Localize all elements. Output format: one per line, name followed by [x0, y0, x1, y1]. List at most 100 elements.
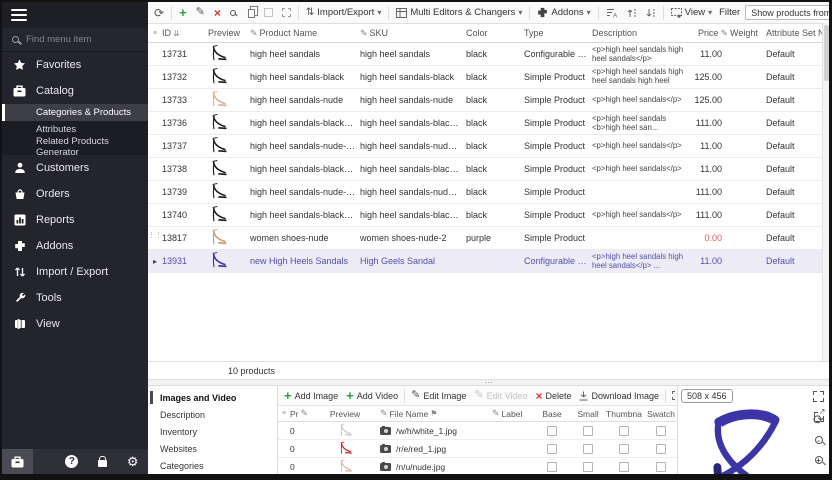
- products-count-footer: 10 products: [148, 361, 829, 379]
- product-row[interactable]: 13738high heel sandals-black-37high heel…: [148, 158, 829, 181]
- checkbox-thumbnail[interactable]: [619, 462, 629, 472]
- paste-button[interactable]: [280, 7, 293, 18]
- vertical-scrollbar[interactable]: [822, 23, 829, 361]
- horizontal-splitter[interactable]: ⋯: [148, 379, 829, 386]
- tab-inventory[interactable]: Inventory: [148, 423, 277, 440]
- column-header-type[interactable]: Type: [524, 28, 592, 38]
- checkbox-base[interactable]: [547, 462, 557, 472]
- rotate-icon[interactable]: ⟳: [812, 413, 825, 426]
- sidebar-item-orders[interactable]: Orders: [2, 181, 148, 207]
- checkbox-small[interactable]: [583, 444, 593, 454]
- checkbox-swatch[interactable]: [656, 462, 666, 472]
- column-header-file-name[interactable]: ✎File Name⚑: [380, 408, 492, 419]
- column-header-pos[interactable]: Pr✎: [290, 408, 310, 419]
- column-header-thumbnail[interactable]: Thumbna: [606, 409, 642, 419]
- product-row[interactable]: 13739high heel sandals-nude-37high heel …: [148, 181, 829, 204]
- column-header-name[interactable]: ✎Product Name: [250, 28, 360, 39]
- column-header-preview[interactable]: Preview: [208, 28, 250, 38]
- tab-related-products[interactable]: Related Products: [148, 475, 277, 480]
- sidebar-item-reports[interactable]: Reports: [2, 207, 148, 233]
- product-row[interactable]: ▸13931new High Heels SandalsHigh Geels S…: [148, 250, 829, 273]
- checkbox-thumbnail[interactable]: [619, 444, 629, 454]
- image-row[interactable]: 0/n/u/nude.jpg: [278, 458, 677, 476]
- delete-product-button[interactable]: ×: [212, 6, 223, 20]
- sidebar-subitem-categories-products[interactable]: Categories & Products: [2, 104, 148, 121]
- menu-search[interactable]: Find menu item: [2, 28, 148, 52]
- image-row[interactable]: 0/l/i/lilac_1.jpg: [278, 476, 677, 480]
- column-header-color[interactable]: Color: [466, 28, 524, 38]
- set-resize-rule-button[interactable]: Set Resize Rule: [670, 390, 677, 402]
- sidebar-item-catalog[interactable]: Catalog: [2, 78, 148, 104]
- tab-categories[interactable]: Categories: [148, 458, 277, 475]
- copy-button[interactable]: [243, 6, 257, 19]
- lock-icon[interactable]: [87, 449, 118, 474]
- tab-images-and-video[interactable]: Images and Video: [148, 389, 277, 406]
- edit-image-button[interactable]: ✎Edit Image: [409, 389, 468, 402]
- product-row[interactable]: 13736high heel sandals-black-36high heel…: [148, 112, 829, 135]
- column-header-swatch[interactable]: Swatch: [642, 409, 680, 419]
- expand-rows-button[interactable]: [625, 7, 639, 19]
- cell-attribute-set: Default: [766, 256, 829, 266]
- download-image-button[interactable]: Download Image: [577, 390, 661, 402]
- sidebar-item-view[interactable]: View: [2, 311, 148, 337]
- import-export-menu[interactable]: ⇅ Import/Export▾: [304, 6, 383, 19]
- product-row[interactable]: 13737high heel sandals-nude-36high heel …: [148, 135, 829, 158]
- filter-dropdown[interactable]: Show products from selected categories▾: [745, 5, 832, 20]
- store-manager-icon[interactable]: [2, 449, 33, 474]
- tab-websites[interactable]: Websites: [148, 441, 277, 458]
- sort-alpha-button[interactable]: A: [604, 7, 620, 19]
- sidebar-item-favorites[interactable]: Favorites: [2, 52, 148, 78]
- checkbox-swatch[interactable]: [656, 444, 666, 454]
- column-header-id[interactable]: ID⇊: [162, 28, 208, 38]
- column-header-label[interactable]: ✎Label: [492, 408, 534, 419]
- column-header-description[interactable]: Description: [592, 28, 690, 38]
- checkbox-swatch[interactable]: [656, 426, 666, 436]
- column-header-price[interactable]: Price✎: [690, 28, 730, 39]
- column-header-base[interactable]: Base: [534, 409, 570, 419]
- panel-splitter-handle[interactable]: ⋮⋮: [148, 234, 153, 252]
- sidebar-item-import-export[interactable]: Import / Export: [2, 259, 148, 285]
- tab-description[interactable]: Description: [148, 406, 277, 423]
- product-row[interactable]: 13731high heel sandalshigh heel sandalsb…: [148, 43, 829, 66]
- sidebar-item-addons[interactable]: Addons: [2, 233, 148, 259]
- edit-product-button[interactable]: ✎: [194, 6, 207, 19]
- zoom-in-icon[interactable]: +: [812, 453, 825, 466]
- product-row[interactable]: 13740high heel sandals-black-38high heel…: [148, 204, 829, 227]
- fullscreen-icon[interactable]: [812, 390, 825, 403]
- image-row[interactable]: 0/r/e/red_1.jpg: [278, 440, 677, 458]
- settings-gear-icon[interactable]: ⚙: [118, 449, 149, 474]
- sidebar-item-customers[interactable]: Customers: [2, 155, 148, 181]
- checkbox-base[interactable]: [547, 444, 557, 454]
- add-product-button[interactable]: +: [177, 5, 189, 20]
- collapse-rows-button[interactable]: [644, 7, 658, 19]
- hamburger-menu-icon[interactable]: [11, 9, 27, 21]
- addons-menu[interactable]: Addons▾: [535, 6, 592, 19]
- edit-video-button[interactable]: ✎Edit Video: [472, 389, 529, 402]
- checkbox-small[interactable]: [583, 462, 593, 472]
- add-image-button[interactable]: +Add Image: [282, 388, 340, 403]
- products-grid-header: ≡ ID⇊ Preview ✎Product Name ✎SKU Color T…: [148, 24, 829, 43]
- refresh-button[interactable]: ⟳: [152, 6, 166, 20]
- add-video-button[interactable]: +Add Video: [344, 388, 400, 403]
- zoom-out-icon[interactable]: -: [812, 433, 825, 446]
- delete-image-button[interactable]: ×Delete: [533, 389, 573, 403]
- help-icon[interactable]: ?: [57, 449, 88, 474]
- product-row[interactable]: 13817women shoes-nudewomen shoes-nude-2p…: [148, 227, 829, 250]
- checkbox-small[interactable]: [583, 426, 593, 436]
- select-button[interactable]: [262, 7, 275, 18]
- column-header-weight[interactable]: Weight: [730, 28, 766, 38]
- column-header-img-preview[interactable]: Preview: [310, 409, 380, 419]
- product-row[interactable]: 13733high heel sandals-nudehigh heel san…: [148, 89, 829, 112]
- multi-editors-menu[interactable]: Multi Editors & Changers▾: [394, 6, 524, 19]
- image-row[interactable]: 0/w/h/white_1.jpg: [278, 422, 677, 440]
- checkbox-thumbnail[interactable]: [619, 426, 629, 436]
- column-header-small[interactable]: Small: [570, 409, 606, 419]
- search-products-button[interactable]: [228, 9, 238, 17]
- sidebar-subitem-related-products-generator[interactable]: Related Products Generator: [2, 138, 148, 155]
- column-header-sku[interactable]: ✎SKU: [360, 28, 466, 39]
- product-row[interactable]: 13732high heel sandals-blackhigh heel sa…: [148, 66, 829, 89]
- column-header-attr-set[interactable]: Attribute Set Name: [766, 28, 829, 38]
- view-menu[interactable]: View▾: [669, 6, 714, 19]
- sidebar-item-tools[interactable]: Tools: [2, 285, 148, 311]
- checkbox-base[interactable]: [547, 426, 557, 436]
